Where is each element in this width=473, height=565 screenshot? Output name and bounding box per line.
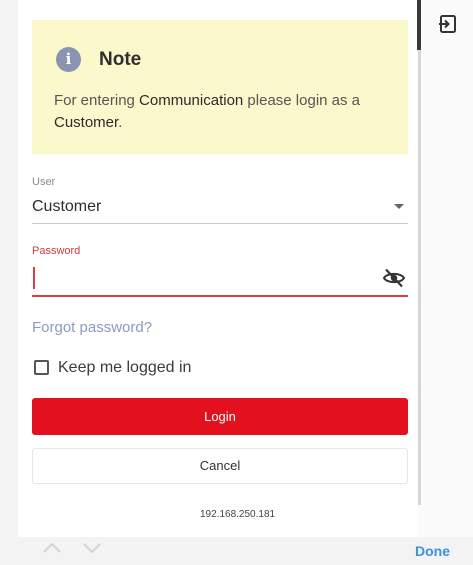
password-input[interactable] xyxy=(32,262,408,297)
keep-logged-in-checkbox[interactable] xyxy=(34,360,49,375)
done-button[interactable]: Done xyxy=(415,543,450,559)
chevron-down-icon[interactable] xyxy=(82,540,102,556)
scrollbar-thumb[interactable] xyxy=(417,0,421,50)
user-select[interactable]: Customer xyxy=(32,194,408,224)
user-label: User xyxy=(32,176,56,188)
password-label: Password xyxy=(32,245,81,257)
forgot-password-link[interactable]: Forgot password? xyxy=(32,319,152,336)
login-button[interactable]: Login xyxy=(32,398,408,435)
ip-address: 192.168.250.181 xyxy=(200,509,276,520)
note-title: Note xyxy=(99,49,142,70)
scrollbar-track xyxy=(418,0,421,505)
note-message-highlight-2: Customer xyxy=(54,114,119,131)
note-box: i Note For entering Communication please… xyxy=(32,20,408,154)
note-message-end: . xyxy=(118,114,123,131)
chevron-up-icon[interactable] xyxy=(42,540,62,556)
info-icon: i xyxy=(56,47,81,72)
keyboard-toolbar: Done xyxy=(0,537,473,565)
side-panel xyxy=(418,0,473,537)
keep-logged-in-label[interactable]: Keep me logged in xyxy=(58,359,191,377)
login-screen: i Note For entering Communication please… xyxy=(0,0,473,565)
note-message-prefix: For entering xyxy=(54,92,140,109)
note-message-highlight: Communication xyxy=(139,92,244,109)
text-cursor xyxy=(33,267,35,289)
cancel-button[interactable]: Cancel xyxy=(32,448,408,484)
user-select-value: Customer xyxy=(32,198,102,215)
note-message-suffix: please login as a xyxy=(243,92,361,109)
dropdown-caret-icon xyxy=(394,204,404,209)
logout-icon[interactable] xyxy=(436,12,460,36)
note-message: For entering Communication please login … xyxy=(54,90,394,134)
eye-off-icon[interactable] xyxy=(382,266,406,290)
